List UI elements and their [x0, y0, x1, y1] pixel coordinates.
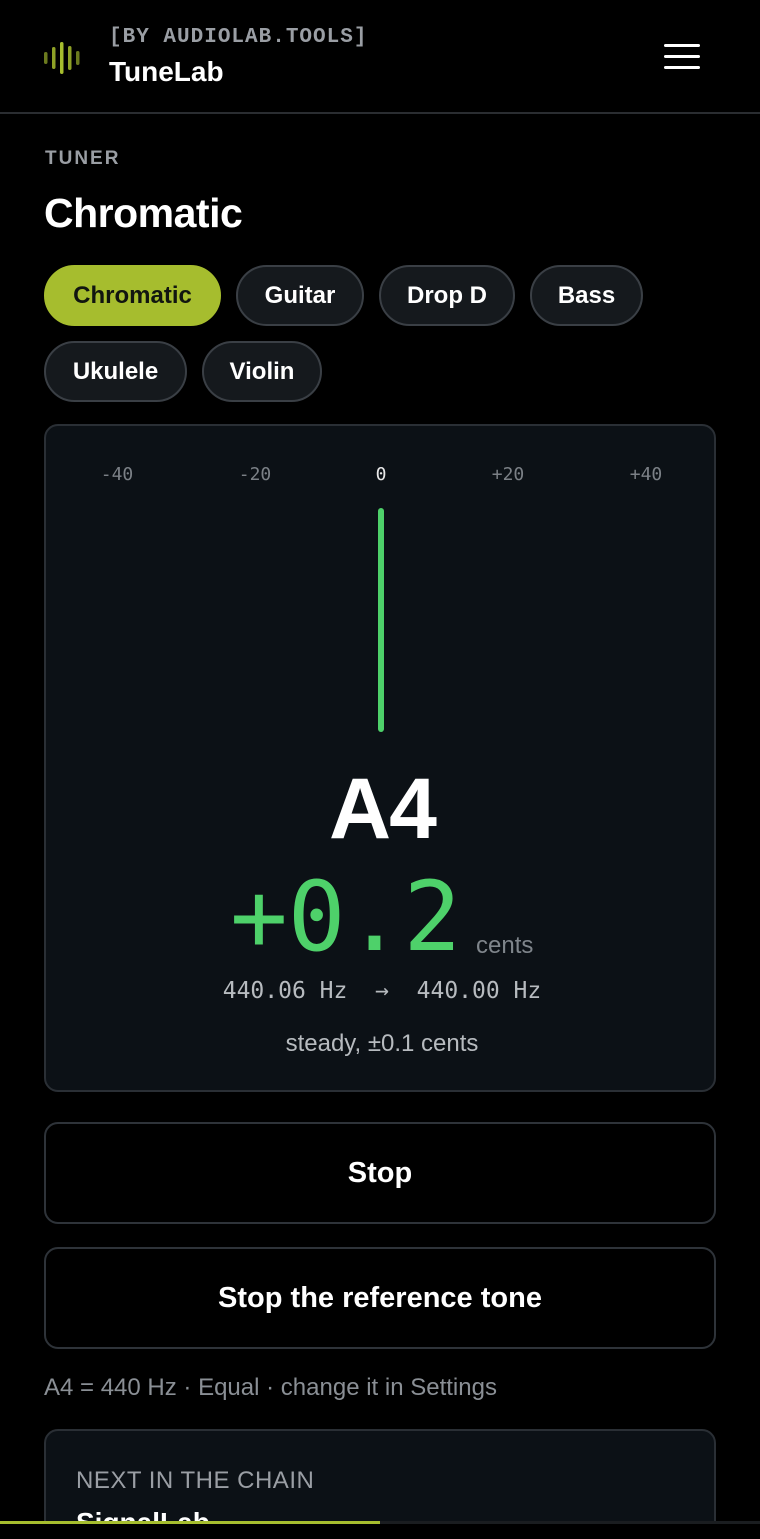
mode-chip-ukulele[interactable]: Ukulele	[44, 341, 187, 402]
reference-info: A4 = 440 Hz · Equal · change it in Setti…	[44, 1374, 497, 1402]
progress-fill	[0, 1521, 380, 1524]
next-label: NEXT IN THE CHAIN	[76, 1467, 315, 1494]
scale-label: +40	[629, 464, 663, 485]
scale-label: +20	[491, 464, 525, 485]
scale-label-zero: 0	[375, 464, 387, 485]
page-progress-bar	[0, 1521, 760, 1539]
stability-status: steady, ±0.1 cents	[285, 1030, 479, 1057]
cents-value: +0.2	[230, 861, 462, 973]
mode-chip-guitar[interactable]: Guitar	[236, 265, 364, 326]
hamburger-menu-icon[interactable]	[660, 40, 704, 74]
tuner-display: -40 -20 0 +20 +40 A4 +0.2 cents 440.06 H…	[44, 424, 716, 1092]
cents-unit: cents	[476, 932, 534, 959]
settings-link[interactable]: change it in Settings	[281, 1374, 497, 1401]
scale-label: -20	[238, 464, 272, 485]
app-header: [BY AUDIOLAB.TOOLS] TuneLab	[0, 0, 760, 114]
brand-name[interactable]: TuneLab	[109, 56, 224, 88]
tuning-needle	[378, 508, 384, 732]
section-label: TUNER	[45, 148, 121, 169]
frequency-readout: 440.06 Hz → 440.00 Hz	[46, 978, 718, 1004]
mode-chip-violin[interactable]: Violin	[202, 341, 322, 402]
arrow-right-icon: →	[375, 978, 389, 1004]
stop-button[interactable]: Stop	[44, 1122, 716, 1224]
target-frequency: 440.00 Hz	[416, 978, 542, 1004]
byline: [BY AUDIOLAB.TOOLS]	[109, 26, 368, 49]
mode-chip-chromatic[interactable]: Chromatic	[44, 265, 221, 326]
detected-frequency: 440.06 Hz	[222, 978, 348, 1004]
page-title: Chromatic	[44, 190, 243, 236]
reference-info-text: A4 = 440 Hz · Equal ·	[44, 1374, 281, 1401]
stop-reference-tone-button[interactable]: Stop the reference tone	[44, 1247, 716, 1349]
mode-chip-drop-d[interactable]: Drop D	[379, 265, 515, 326]
tuner-page: [BY AUDIOLAB.TOOLS] TuneLab TUNER Chroma…	[0, 0, 760, 1539]
mode-chip-bass[interactable]: Bass	[530, 265, 643, 326]
scale-label: -40	[100, 464, 134, 485]
detected-note: A4	[329, 761, 437, 857]
waveform-bars-icon	[44, 42, 80, 74]
